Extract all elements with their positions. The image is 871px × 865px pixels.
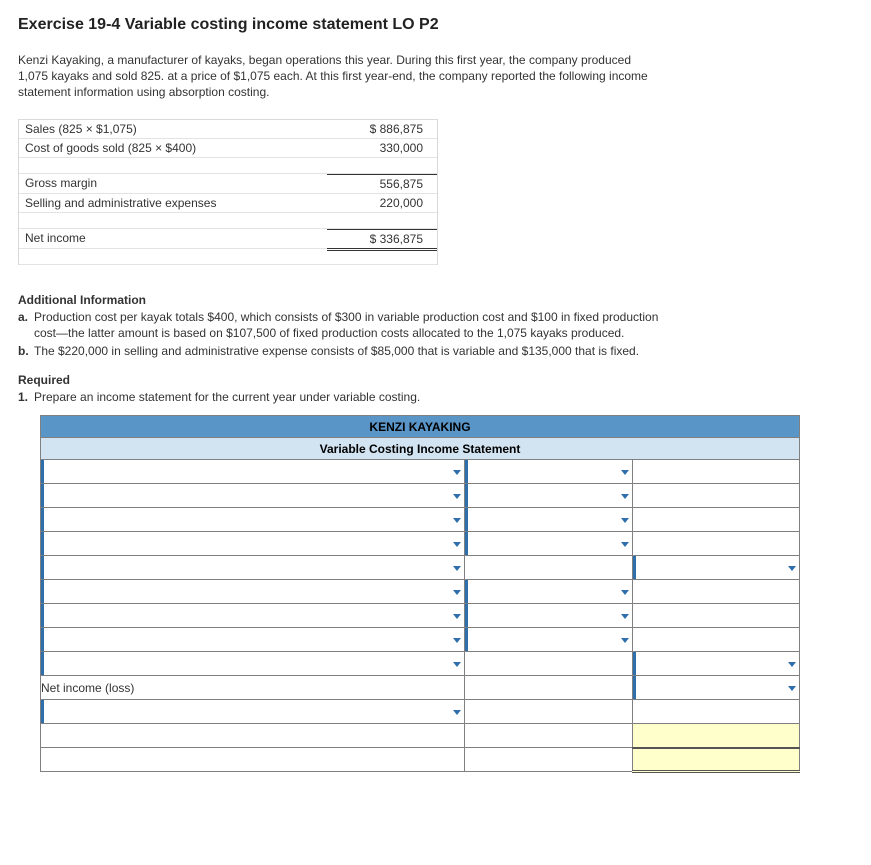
info-letter: b.	[18, 343, 34, 359]
line-item-select[interactable]	[41, 532, 464, 555]
amount-input[interactable]	[465, 460, 631, 483]
line-item-select[interactable]	[41, 604, 464, 627]
cell-blank	[632, 604, 799, 628]
required-heading: Required	[18, 373, 853, 387]
computed-total	[632, 724, 799, 748]
amount-input[interactable]	[465, 628, 631, 651]
cell-blank	[465, 700, 632, 724]
cell-blank	[632, 484, 799, 508]
info-text: The $220,000 in selling and administrati…	[34, 343, 668, 359]
info-text: Production cost per kayak totals $400, w…	[34, 309, 668, 341]
abs-label: Selling and administrative expenses	[19, 194, 327, 212]
abs-label: Net income	[19, 229, 327, 248]
cell-blank	[465, 676, 632, 700]
amount-input[interactable]	[633, 652, 799, 675]
worksheet-table: KENZI KAYAKING Variable Costing Income S…	[40, 415, 800, 773]
amount-input[interactable]	[465, 604, 631, 627]
line-item-select[interactable]	[41, 580, 464, 603]
additional-info: Additional Information a. Production cos…	[18, 293, 668, 360]
absorption-table: Sales (825 × $1,075) $ 886,875 Cost of g…	[18, 119, 438, 265]
cell-blank	[465, 556, 632, 580]
required-block: Required 1. Prepare an income statement …	[18, 373, 853, 405]
amount-input[interactable]	[465, 532, 631, 555]
cell-blank	[632, 700, 799, 724]
abs-value: $ 886,875	[327, 120, 437, 138]
line-item-select[interactable]	[41, 652, 464, 675]
worksheet-header-company: KENZI KAYAKING	[41, 416, 800, 438]
cell-blank	[632, 532, 799, 556]
amount-input[interactable]	[633, 556, 799, 579]
total-row	[41, 748, 465, 772]
total-row	[41, 724, 465, 748]
line-item-select[interactable]	[41, 700, 464, 723]
amount-input[interactable]	[465, 508, 631, 531]
abs-value: 330,000	[327, 139, 437, 157]
info-letter: a.	[18, 309, 34, 325]
computed-total	[632, 748, 799, 772]
cell-blank	[632, 460, 799, 484]
intro-paragraph: Kenzi Kayaking, a manufacturer of kayaks…	[18, 52, 658, 101]
abs-value: 220,000	[327, 194, 437, 212]
line-item-select[interactable]	[41, 508, 464, 531]
amount-input[interactable]	[465, 484, 631, 507]
amount-input[interactable]	[465, 580, 631, 603]
cell-blank	[632, 580, 799, 604]
worksheet-header-title: Variable Costing Income Statement	[41, 438, 800, 460]
exercise-title: Exercise 19-4 Variable costing income st…	[18, 16, 853, 34]
cell-blank	[632, 628, 799, 652]
cell-blank	[465, 724, 632, 748]
abs-label: Gross margin	[19, 174, 327, 193]
additional-info-heading: Additional Information	[18, 293, 668, 307]
required-text: Prepare an income statement for the curr…	[34, 389, 853, 405]
cell-blank	[632, 508, 799, 532]
abs-label: Cost of goods sold (825 × $400)	[19, 139, 327, 157]
line-item-select[interactable]	[41, 484, 464, 507]
abs-label: Sales (825 × $1,075)	[19, 120, 327, 138]
required-number: 1.	[18, 389, 34, 405]
amount-input[interactable]	[633, 676, 799, 699]
net-income-label: Net income (loss)	[41, 676, 465, 700]
line-item-select[interactable]	[41, 556, 464, 579]
cell-blank	[465, 748, 632, 772]
line-item-select[interactable]	[41, 460, 464, 483]
cell-blank	[465, 652, 632, 676]
abs-value: 556,875	[327, 174, 437, 193]
line-item-select[interactable]	[41, 628, 464, 651]
abs-value: $ 336,875	[327, 229, 437, 248]
